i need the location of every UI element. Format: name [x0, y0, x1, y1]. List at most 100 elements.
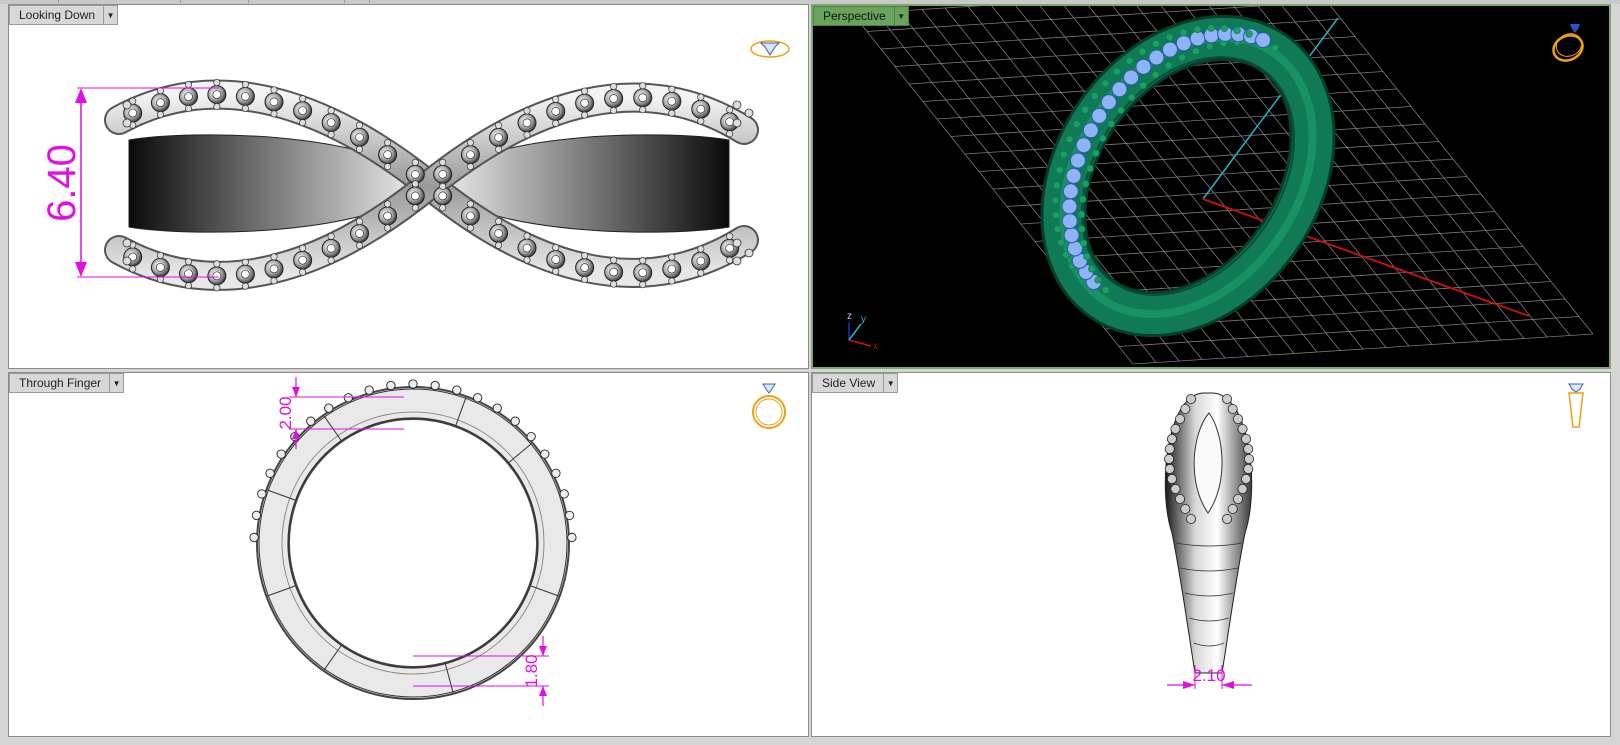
bead: [355, 241, 364, 250]
end-bead: [732, 238, 742, 248]
gem: [1148, 49, 1165, 66]
prong: [1078, 225, 1086, 233]
stone: [1180, 503, 1191, 514]
bead: [726, 130, 734, 138]
bead: [639, 106, 647, 114]
bead: [697, 245, 705, 253]
dimension-top-thickness-label: 2.00: [276, 396, 295, 429]
bead: [411, 204, 419, 212]
stone-table: [298, 106, 307, 116]
end-bead: [122, 100, 132, 110]
viewport-perspective[interactable]: Perspective ▼ z y x: [811, 4, 1611, 369]
stone: [1243, 464, 1254, 475]
prong: [1086, 164, 1094, 173]
tab-3[interactable]: [180, 0, 249, 3]
end-bead: [744, 108, 754, 118]
bead: [495, 145, 503, 153]
stone: [1221, 393, 1232, 404]
viewport-label: Looking Down: [19, 8, 96, 22]
stone-table: [212, 90, 222, 99]
ring-perspective-drawing: z y x: [847, 6, 1594, 365]
prong: [1053, 181, 1061, 189]
end-bead: [732, 256, 742, 266]
stone: [1180, 403, 1191, 414]
viewport-title-perspective[interactable]: Perspective ▼: [813, 6, 909, 26]
chevron-down-icon[interactable]: ▼: [109, 374, 123, 392]
bead: [466, 139, 474, 147]
diamond-ring-top-icon[interactable]: [749, 35, 791, 61]
prong: [1178, 53, 1186, 62]
prong: [1091, 92, 1099, 100]
prong: [1101, 286, 1110, 294]
prong: [1051, 196, 1060, 205]
bead: [492, 403, 502, 413]
gem: [1189, 30, 1206, 47]
bead: [668, 85, 676, 93]
stone: [1221, 513, 1232, 524]
viewport-title-through-finger[interactable]: Through Finger ▼: [9, 373, 125, 393]
tab-1[interactable]: [0, 0, 59, 3]
bead: [610, 106, 618, 115]
bead: [639, 281, 647, 289]
stone-table: [494, 229, 503, 238]
gem: [1082, 122, 1099, 139]
prong: [1088, 265, 1096, 273]
stone-table: [551, 255, 561, 264]
chevron-down-icon[interactable]: ▼: [893, 7, 908, 25]
stone-table: [241, 92, 250, 101]
prong: [1083, 252, 1091, 261]
prong: [1220, 24, 1229, 32]
stone: [1174, 414, 1185, 425]
stone: [1163, 454, 1174, 465]
prong: [1207, 24, 1215, 32]
prong: [1179, 28, 1188, 37]
gem: [1100, 94, 1117, 111]
stone: [1241, 474, 1252, 485]
bead: [559, 489, 569, 499]
bead: [523, 107, 531, 115]
prong: [1233, 26, 1241, 35]
prong: [1057, 238, 1065, 247]
prong: [1139, 81, 1147, 90]
tab-5[interactable]: [344, 0, 370, 3]
end-bead: [744, 248, 754, 258]
bead: [610, 256, 618, 264]
viewport-through-finger[interactable]: Through Finger ▼ 2.00 1.80: [8, 372, 809, 737]
bead: [364, 385, 374, 395]
viewport-looking-down[interactable]: Looking Down ▼ 6.40: [8, 4, 809, 369]
bead: [213, 103, 221, 111]
bead: [411, 180, 419, 188]
prong: [1151, 71, 1160, 79]
bead: [299, 268, 307, 276]
prong: [1192, 47, 1200, 55]
bead: [466, 200, 474, 208]
stone: [1232, 494, 1243, 505]
ring-side-icon[interactable]: [1564, 381, 1588, 433]
viewport-title-side-view[interactable]: Side View ▼: [812, 373, 899, 393]
bead: [610, 82, 618, 91]
stone-table: [725, 117, 735, 127]
bead: [241, 258, 249, 266]
ring-front-icon[interactable]: [749, 381, 789, 431]
stone-table: [667, 264, 677, 274]
stone-table: [383, 211, 392, 221]
bead: [668, 277, 676, 285]
bead: [270, 253, 278, 261]
stone-table: [638, 93, 648, 103]
stone: [1232, 414, 1243, 425]
bead: [697, 117, 705, 125]
tab-4[interactable]: [248, 0, 345, 3]
axis-gizmo: z y x: [847, 311, 878, 352]
chevron-down-icon[interactable]: ▼: [883, 374, 897, 392]
gem: [1061, 198, 1078, 215]
prong: [1152, 39, 1160, 48]
ring-perspective-icon[interactable]: [1549, 20, 1589, 64]
bead: [726, 106, 734, 114]
tab-2[interactable]: [58, 0, 181, 3]
viewport-side-view[interactable]: Side View ▼ 2.10: [811, 372, 1611, 737]
bead: [184, 258, 193, 266]
viewport-title-looking-down[interactable]: Looking Down ▼: [9, 5, 119, 25]
chevron-down-icon[interactable]: ▼: [103, 6, 117, 24]
prong: [1138, 47, 1147, 56]
bead: [495, 121, 503, 129]
